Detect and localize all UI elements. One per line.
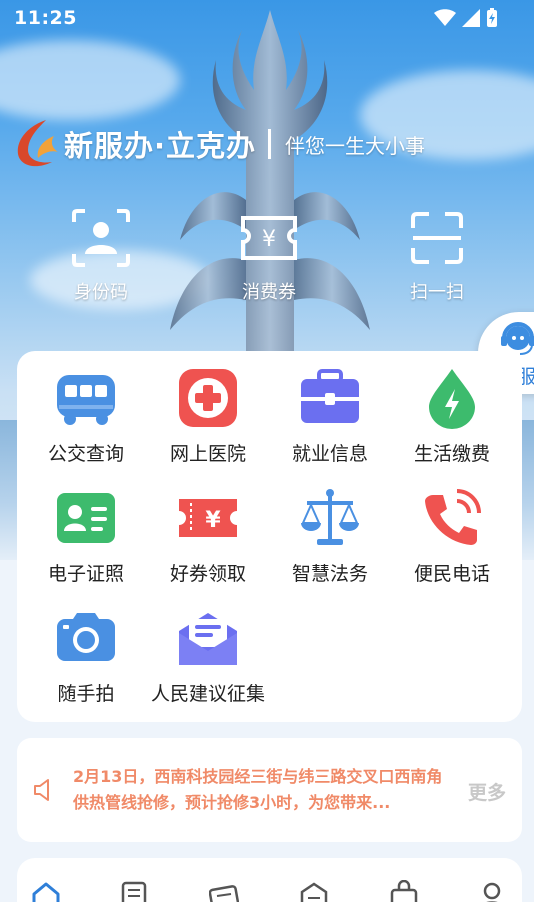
hospital-icon [179, 369, 237, 427]
quick-action-label: 扫一扫 [410, 282, 464, 303]
home-icon[interactable] [31, 880, 61, 902]
quick-action-scan[interactable]: 扫一扫 [377, 208, 497, 304]
service-suggestion[interactable]: 人民建议征集 [138, 607, 278, 706]
status-time: 11:25 [14, 7, 77, 29]
service-label: 随手拍 [57, 683, 115, 705]
bag-icon[interactable] [389, 880, 419, 902]
notice-text: 2月13日，西南科技园经三街与纬三路交叉口西南角供热管线抢修，预计抢修3小时，为… [73, 767, 443, 812]
scales-icon [301, 489, 359, 545]
quick-action-label: 消费券 [242, 282, 296, 303]
brand-header: 新服办·立克办 伴您一生大小事 [14, 118, 425, 170]
brand-name: 新服办·立克办 [64, 129, 257, 163]
service-online-hospital[interactable]: 网上医院 [138, 367, 278, 466]
service-label: 便民电话 [413, 563, 490, 585]
news-icon[interactable] [209, 880, 239, 902]
status-bar: 11:25 [0, 0, 534, 36]
profile-icon[interactable] [477, 880, 507, 902]
service-utility-payment[interactable]: 生活缴费 [382, 367, 522, 466]
svg-text:¥: ¥ [262, 227, 276, 252]
bus-icon [57, 375, 115, 425]
id-code-icon [72, 209, 130, 267]
scan-icon [411, 212, 463, 264]
bottom-nav [17, 858, 522, 902]
services-panel: 公交查询 网上医院 就业信息 生活缴费 电子证照 ¥ 好券领取 智慧法务 便民电… [17, 351, 522, 722]
service-label: 网上医院 [169, 443, 246, 465]
wifi-icon [434, 9, 456, 26]
brand-slogan: 伴您一生大小事 [285, 133, 426, 158]
service-hotline[interactable]: 便民电话 [382, 487, 522, 586]
building-icon[interactable] [299, 880, 329, 902]
service-coupon[interactable]: ¥ 好券领取 [138, 487, 278, 586]
speaker-icon [34, 779, 49, 801]
signal-icon [462, 9, 480, 27]
briefcase-icon [301, 369, 359, 423]
brand-logo-icon [17, 120, 58, 167]
list-icon[interactable] [119, 880, 149, 902]
service-e-license[interactable]: 电子证照 [16, 487, 156, 586]
utility-drop-icon [429, 369, 475, 429]
phone-icon [425, 489, 481, 545]
service-label: 好券领取 [169, 563, 246, 585]
id-card-icon [57, 493, 115, 543]
quick-action-label: 身份码 [74, 282, 128, 303]
mail-icon [179, 613, 237, 665]
service-label: 人民建议征集 [150, 683, 265, 705]
service-label: 就业信息 [291, 443, 368, 465]
service-label: 公交查询 [47, 443, 124, 465]
battery-icon [487, 8, 497, 27]
voucher-icon: ¥ [241, 216, 297, 260]
quick-action-voucher[interactable]: ¥ 消费券 [209, 208, 329, 304]
notice-banner[interactable]: 2月13日，西南科技园经三街与纬三路交叉口西南角供热管线抢修，预计抢修3小时，为… [17, 738, 522, 842]
camera-icon [57, 613, 115, 661]
quick-action-id-code[interactable]: 身份码 [41, 208, 161, 304]
service-label: 电子证照 [47, 563, 124, 585]
service-bus-query[interactable]: 公交查询 [16, 367, 156, 466]
service-employment[interactable]: 就业信息 [260, 367, 400, 466]
coupon-icon: ¥ [179, 499, 237, 537]
service-label: 生活缴费 [413, 443, 490, 465]
brand-divider [268, 129, 272, 159]
service-label: 智慧法务 [291, 563, 368, 585]
service-legal[interactable]: 智慧法务 [260, 487, 400, 586]
service-snapshot[interactable]: 随手拍 [16, 607, 156, 706]
svg-text:¥: ¥ [205, 508, 221, 533]
notice-more-link[interactable]: 更多 [468, 778, 506, 805]
